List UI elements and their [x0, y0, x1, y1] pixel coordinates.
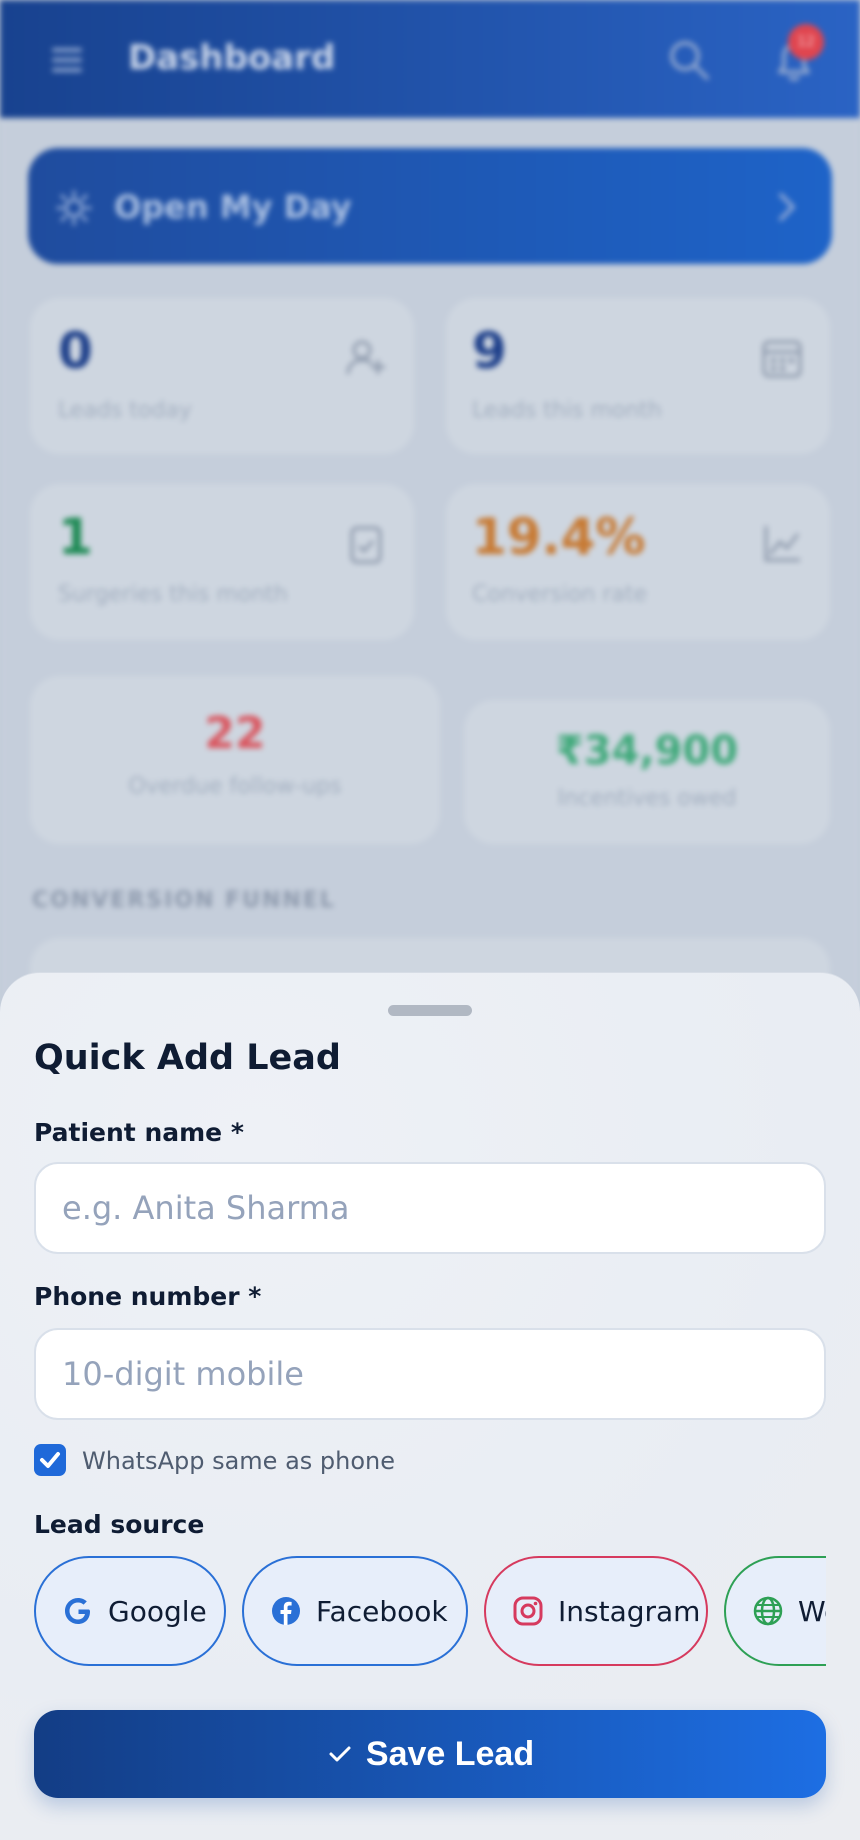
top-app-bar: Dashboard [0, 0, 860, 118]
sheet-title: Quick Add Lead [34, 1038, 341, 1078]
save-lead-button[interactable]: Save Lead [34, 1710, 826, 1798]
check-icon [329, 1746, 351, 1762]
clipboard-check-icon [350, 526, 382, 564]
chip-label: Instagram [558, 1594, 701, 1628]
calendar-icon [762, 340, 802, 378]
lead-source-chips: Google Facebook Instagram Website [34, 1556, 826, 1668]
overdue-card[interactable] [30, 676, 440, 844]
phone-number-input[interactable] [34, 1328, 826, 1420]
notification-badge: 12 [788, 24, 824, 60]
stat-label: Conversion rate [472, 582, 648, 607]
chip-label: Google [108, 1594, 207, 1628]
menu-icon[interactable] [52, 48, 82, 72]
patient-name-label: Patient name * [34, 1118, 244, 1147]
lead-source-website[interactable]: Website [724, 1556, 826, 1666]
stat-value: 1 [58, 508, 93, 566]
chip-label: Website [798, 1594, 826, 1628]
stat-label: Surgeries this month [58, 582, 288, 607]
incentives-label: Incentives owed [557, 786, 737, 811]
globe-icon [753, 1596, 783, 1626]
instagram-icon [513, 1596, 543, 1626]
stat-value: 9 [472, 322, 507, 380]
overdue-label: Overdue follow-ups [128, 774, 342, 799]
page-title: Dashboard [128, 38, 336, 78]
google-icon [65, 1598, 90, 1624]
lead-source-label: Lead source [34, 1510, 205, 1539]
user-plus-icon [346, 340, 385, 375]
stat-label: Leads today [58, 398, 192, 423]
lead-source-facebook[interactable]: Facebook [242, 1556, 468, 1666]
save-lead-label: Save Lead [365, 1734, 535, 1773]
facebook-icon [272, 1597, 300, 1625]
trend-chart-icon [764, 526, 800, 562]
checkmark-icon [40, 1452, 60, 1468]
open-my-day-label: Open My Day [114, 188, 352, 226]
chevron-right-icon [779, 193, 795, 221]
stat-value: 0 [58, 322, 93, 380]
search-icon[interactable] [667, 38, 711, 82]
lead-source-google[interactable]: Google [34, 1556, 226, 1666]
sun-icon [56, 190, 92, 226]
chip-label: Facebook [316, 1594, 448, 1628]
patient-name-input[interactable] [34, 1162, 826, 1254]
stat-value: 19.4% [472, 508, 646, 566]
whatsapp-checkbox-label[interactable]: WhatsApp same as phone [82, 1447, 395, 1475]
whatsapp-checkbox[interactable] [34, 1444, 66, 1476]
lead-source-instagram[interactable]: Instagram [484, 1556, 708, 1666]
overdue-value: 22 [204, 708, 266, 759]
section-title: CONVERSION FUNNEL [32, 888, 336, 913]
incentives-value: ₹34,900 [555, 728, 739, 774]
stat-label: Leads this month [472, 398, 662, 423]
phone-number-label: Phone number * [34, 1282, 262, 1311]
sheet-drag-handle[interactable] [388, 1005, 472, 1016]
